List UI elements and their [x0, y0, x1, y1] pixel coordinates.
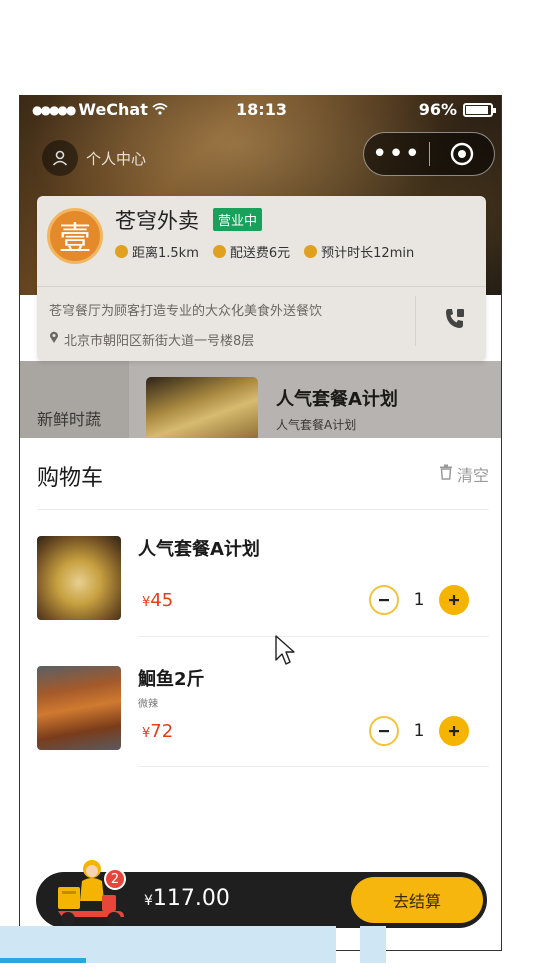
increase-button[interactable] [439, 716, 469, 746]
cart-item-name: 人气套餐A计划 [138, 539, 260, 560]
cart-title: 购物车 [37, 466, 104, 491]
clear-cart-button[interactable]: 清空 [439, 462, 489, 486]
status-bar: ●●●●● WeChat 18:13 96% [20, 95, 501, 125]
shop-card: 壹 苍穹外卖 营业中 距离1.5km 配送费6元 预计时长12min 苍穹餐厅为… [37, 196, 486, 361]
decrease-button[interactable] [369, 585, 399, 615]
increase-button[interactable] [439, 585, 469, 615]
dish-subtitle: 人气套餐A计划 [276, 418, 357, 432]
checkout-button[interactable]: 去结算 [351, 877, 483, 923]
cart-item-divider [138, 766, 489, 767]
cart-count-badge: 2 [104, 868, 126, 890]
fee-icon [212, 245, 226, 258]
profile-link[interactable]: 个人中心 [42, 140, 146, 176]
status-badge: 营业中 [213, 208, 263, 231]
cart-item-flavor: 微辣 [138, 699, 158, 710]
quantity-stepper: 1 [369, 585, 469, 615]
quantity-stepper: 1 [369, 716, 469, 746]
close-mini-program-icon[interactable] [430, 142, 494, 166]
shop-logo: 壹 [47, 208, 103, 264]
clock-icon [115, 245, 128, 258]
decrease-button[interactable] [369, 716, 399, 746]
address-text: 北京市朝阳区新街大道一号楼8层 [64, 334, 255, 349]
user-icon [42, 140, 78, 176]
more-icon[interactable]: ••• [364, 141, 429, 167]
shop-name: 苍穹外卖 [115, 209, 199, 233]
phone-screen: ●●●●● WeChat 18:13 96% 个人中心 ••• 壹 苍穹外卖 营… [19, 95, 502, 951]
taskbar-strip [360, 926, 386, 963]
phone-call-icon[interactable] [440, 304, 470, 334]
shop-description: 苍穹餐厅为顾客打造专业的大众化美食外送餐饮 [49, 304, 323, 319]
profile-label: 个人中心 [86, 149, 147, 168]
category-item[interactable]: 新鲜时蔬 [37, 406, 101, 430]
battery-percent: 96% [418, 100, 457, 119]
cart-item-name: 鮰鱼2斤 [138, 669, 205, 690]
delivery-rider-icon[interactable] [52, 855, 132, 929]
distance-text: 距离1.5km [132, 246, 199, 261]
cart-item-price: ¥72 [142, 721, 174, 742]
eta-text: 预计时长12min [321, 246, 415, 261]
cart-item-image [37, 536, 121, 620]
quantity-value: 1 [413, 721, 425, 741]
dish-title: 人气套餐A计划 [276, 389, 398, 410]
card-divider [37, 286, 486, 287]
delivery-fee-text: 配送费6元 [229, 246, 291, 261]
battery-icon [463, 102, 496, 117]
card-vertical-divider [415, 296, 416, 346]
shop-address: 北京市朝阳区新街大道一号楼8层 [49, 330, 254, 349]
menu-preview: 新鲜时蔬 人气套餐A计划 人气套餐A计划 [20, 361, 501, 441]
timer-icon [304, 245, 318, 258]
trash-icon [439, 464, 453, 484]
quantity-value: 1 [413, 590, 425, 610]
clear-cart-label: 清空 [456, 466, 489, 485]
dish-thumbnail [146, 377, 258, 441]
cart-item-price: ¥45 [142, 590, 174, 611]
cart-item-divider [138, 636, 489, 637]
cart-header-divider [37, 509, 489, 510]
mouse-cursor-icon [275, 635, 297, 671]
taskbar-progress-line [0, 958, 86, 963]
shop-meta: 距离1.5km 配送费6元 预计时长12min [115, 242, 414, 261]
mini-program-capsule: ••• [363, 132, 495, 176]
cart-item-image [37, 666, 121, 750]
location-pin-icon [49, 331, 59, 348]
cart-total: ¥117.00 [144, 886, 230, 911]
